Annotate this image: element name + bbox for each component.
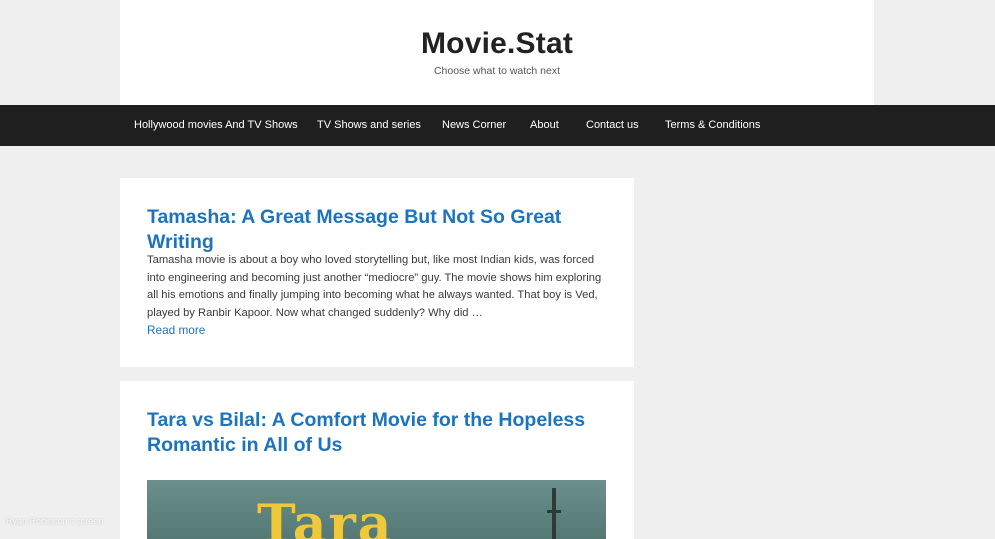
post-card: Tara vs Bilal: A Comfort Movie for the H…: [120, 381, 634, 539]
post-title-link[interactable]: Tamasha: A Great Message But Not So Grea…: [147, 205, 614, 255]
screen-share-label: Ryan Robinson's screen: [6, 516, 104, 526]
site-header: Movie.Stat Choose what to watch next: [120, 0, 874, 105]
nav-item-tv-shows[interactable]: TV Shows and series: [317, 105, 421, 146]
poster-tower-cap-shape: [547, 510, 561, 513]
page: Movie.Stat Choose what to watch next Hol…: [0, 0, 995, 539]
site-tagline: Choose what to watch next: [433, 65, 561, 77]
nav-item-about[interactable]: About: [530, 105, 559, 146]
nav-item-terms[interactable]: Terms & Conditions: [665, 105, 760, 146]
poster-tower-shape: [552, 488, 556, 539]
nav-item-hollywood[interactable]: Hollywood movies And TV Shows: [134, 105, 298, 146]
post-excerpt: Tamasha movie is about a boy who loved s…: [147, 254, 602, 319]
site-title[interactable]: Movie.Stat: [120, 27, 874, 61]
main-navigation: Hollywood movies And TV Shows TV Shows a…: [0, 105, 995, 146]
post-title-link[interactable]: Tara vs Bilal: A Comfort Movie for the H…: [147, 408, 614, 458]
post-featured-image[interactable]: Tara: [147, 480, 606, 539]
read-more-link[interactable]: Read more: [147, 323, 205, 337]
nav-item-contact[interactable]: Contact us: [586, 105, 639, 146]
poster-title-text: Tara: [257, 494, 394, 539]
nav-list: Hollywood movies And TV Shows TV Shows a…: [0, 105, 995, 146]
post-card: Tamasha: A Great Message But Not So Grea…: [120, 178, 634, 367]
nav-item-news-corner[interactable]: News Corner: [442, 105, 506, 146]
